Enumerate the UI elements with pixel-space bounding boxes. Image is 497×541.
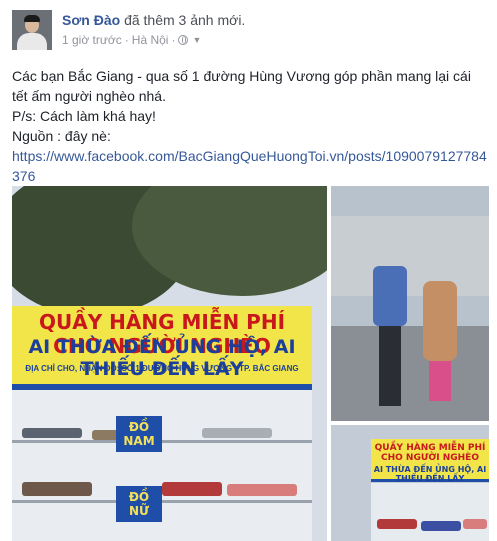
post-text-line: Các bạn Bắc Giang - qua số 1 đường Hùng … [12,68,471,104]
stall-banner-small: QUẦY HÀNG MIỄN PHÍ CHO NGƯỜI NGHÈO AI TH… [371,439,489,483]
photo-grid: QUẦY HÀNG MIỄN PHÍ CHO NGƯỜI NGHÈO AI TH… [12,186,489,541]
feed-post: Sơn Đào đã thêm 3 ảnh mới. 1 giờ trước ·… [0,0,497,541]
banner-line-3: ĐỊA CHỈ CHO, NHẬN ĐỒ: SỐ 1 ĐƯỜNG HÙNG VƯ… [25,364,299,373]
banner-line-2: AI THỪA ĐẾN ỦNG HỘ, AI THIẾU ĐẾN LẤY [28,336,296,380]
photo-stall-side[interactable]: QUẦY HÀNG MIỄN PHÍ CHO NGƯỜI NGHÈO AI TH… [331,425,489,541]
meta-separator: · [171,33,176,47]
source-link[interactable]: https://www.facebook.com/BacGiangQueHuon… [12,148,487,184]
avatar[interactable] [12,10,52,50]
post-time[interactable]: 1 giờ trước [62,33,122,47]
post-title-line: Sơn Đào đã thêm 3 ảnh mới. [62,12,245,28]
post-meta: Sơn Đào đã thêm 3 ảnh mới. 1 giờ trước ·… [62,10,245,54]
post-header: Sơn Đào đã thêm 3 ảnh mới. 1 giờ trước ·… [12,10,245,54]
post-location[interactable]: Hà Nội [132,33,169,47]
post-body: Các bạn Bắc Giang - qua số 1 đường Hùng … [12,66,490,186]
banner-small-line-2: AI THỪA ĐẾN ỦNG HỘ, AI THIẾU ĐẾN LẤY [373,465,487,483]
meta-separator: · [124,33,129,47]
banner-small-line-1: QUẦY HÀNG MIỄN PHÍ CHO NGƯỜI NGHÈO [374,443,486,463]
post-text-line: Nguồn : đây nè: [12,128,111,144]
post-subline: 1 giờ trước · Hà Nội · ▼ [62,33,245,47]
post-text-line: P/s: Cách làm khá hay! [12,108,156,124]
author-name[interactable]: Sơn Đào [62,12,120,28]
photo-giving-clothes[interactable] [331,186,489,421]
clothing-shelf: ĐỒ NAM ĐỒ NỮ [12,390,312,541]
globe-icon[interactable] [178,35,189,45]
stall-banner: QUẦY HÀNG MIỄN PHÍ CHO NGƯỜI NGHÈO AI TH… [12,306,312,390]
photo-stall-main[interactable]: QUẦY HÀNG MIỄN PHÍ CHO NGƯỜI NGHÈO AI TH… [12,186,327,541]
clothing-shelf-small [371,483,489,541]
label-women: ĐỒ NỮ [116,486,162,522]
label-men: ĐỒ NAM [116,416,162,452]
post-action: đã thêm 3 ảnh mới. [124,12,246,28]
chevron-down-icon[interactable]: ▼ [192,35,201,45]
